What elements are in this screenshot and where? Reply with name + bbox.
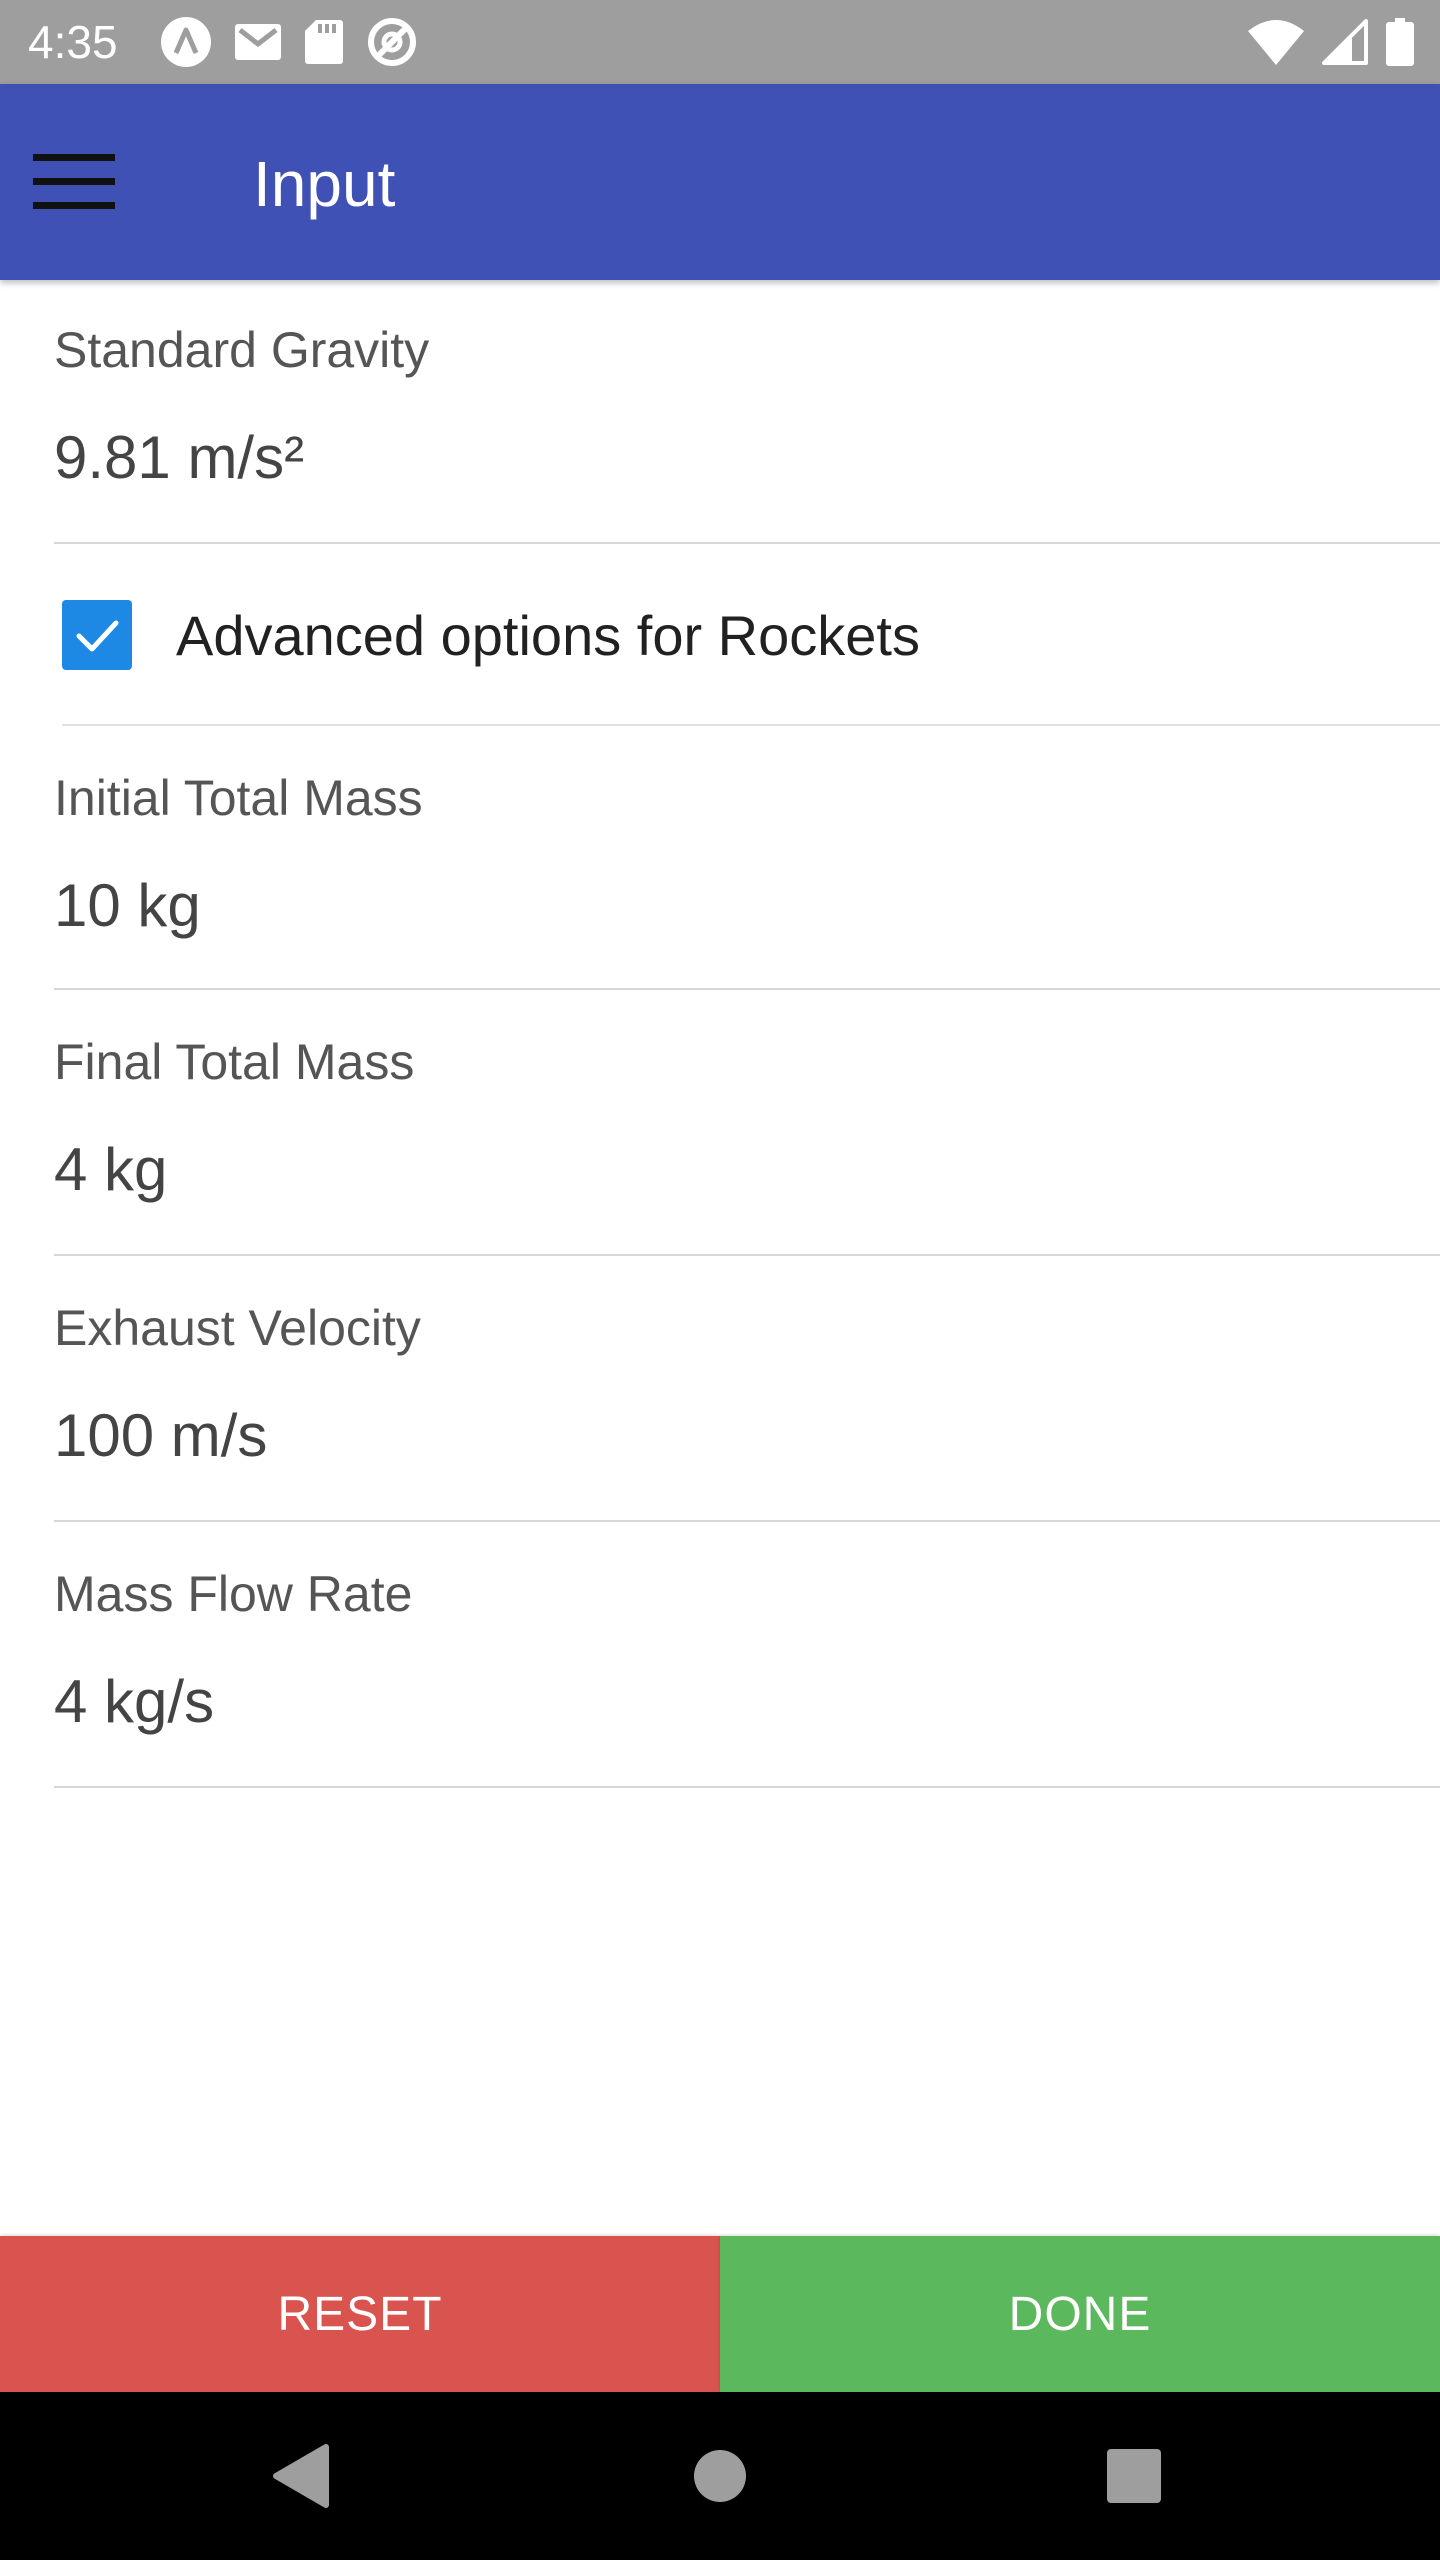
- recents-button[interactable]: [1084, 2426, 1184, 2526]
- status-bar: 4:35: [0, 0, 1440, 84]
- exhaust-velocity-label: Exhaust Velocity: [54, 1300, 421, 1356]
- standard-gravity-input[interactable]: 9.81 m/s²: [54, 422, 304, 494]
- app-bar: Input: [0, 84, 1440, 280]
- status-left-icons: [160, 16, 418, 68]
- mass-flow-rate-field[interactable]: Mass Flow Rate 4 kg/s: [54, 1522, 1440, 1788]
- initial-total-mass-input[interactable]: 10 kg: [54, 870, 201, 942]
- screen: 4:35 Input Standard Gravity 9.81 m/s² Ad…: [0, 0, 1440, 2560]
- mass-flow-rate-label: Mass Flow Rate: [54, 1566, 413, 1622]
- gmail-icon: [235, 24, 281, 60]
- home-icon: [694, 2450, 746, 2502]
- sd-card-icon: [305, 20, 343, 64]
- final-total-mass-input[interactable]: 4 kg: [54, 1134, 167, 1206]
- advanced-options-label: Advanced options for Rockets: [176, 604, 920, 667]
- cellular-signal-icon: [1322, 19, 1368, 65]
- mass-flow-rate-input[interactable]: 4 kg/s: [54, 1666, 214, 1738]
- advanced-options-checkbox[interactable]: [62, 600, 132, 670]
- reset-button-label: RESET: [277, 2287, 443, 2341]
- status-right-icons: [1248, 16, 1414, 68]
- menu-button[interactable]: [20, 134, 128, 230]
- standard-gravity-label: Standard Gravity: [54, 322, 430, 378]
- reset-button[interactable]: RESET: [0, 2236, 720, 2392]
- back-icon: [273, 2444, 329, 2508]
- back-button[interactable]: [250, 2426, 350, 2526]
- hamburger-menu-icon: [33, 154, 115, 209]
- battery-icon: [1386, 18, 1414, 66]
- checkmark-icon: [76, 620, 119, 652]
- advanced-options-row[interactable]: Advanced options for Rockets: [62, 544, 1440, 726]
- final-total-mass-field[interactable]: Final Total Mass 4 kg: [54, 990, 1440, 1256]
- wifi-icon: [1248, 20, 1304, 65]
- navigation-bar: [0, 2392, 1440, 2560]
- final-total-mass-label: Final Total Mass: [54, 1034, 415, 1090]
- done-button-label: DONE: [1008, 2287, 1152, 2341]
- exhaust-velocity-field[interactable]: Exhaust Velocity 100 m/s: [54, 1256, 1440, 1522]
- recents-icon: [1107, 2449, 1161, 2503]
- done-button[interactable]: DONE: [720, 2236, 1440, 2392]
- standard-gravity-field[interactable]: Standard Gravity 9.81 m/s²: [54, 280, 1440, 544]
- status-time: 4:35: [28, 16, 118, 68]
- home-button[interactable]: [670, 2426, 770, 2526]
- initial-total-mass-label: Initial Total Mass: [54, 770, 423, 826]
- notification-a-icon: [161, 17, 211, 67]
- initial-total-mass-field[interactable]: Initial Total Mass 10 kg: [54, 726, 1440, 990]
- page-title: Input: [253, 148, 396, 220]
- at-sign-icon: [368, 18, 416, 66]
- exhaust-velocity-input[interactable]: 100 m/s: [54, 1400, 267, 1472]
